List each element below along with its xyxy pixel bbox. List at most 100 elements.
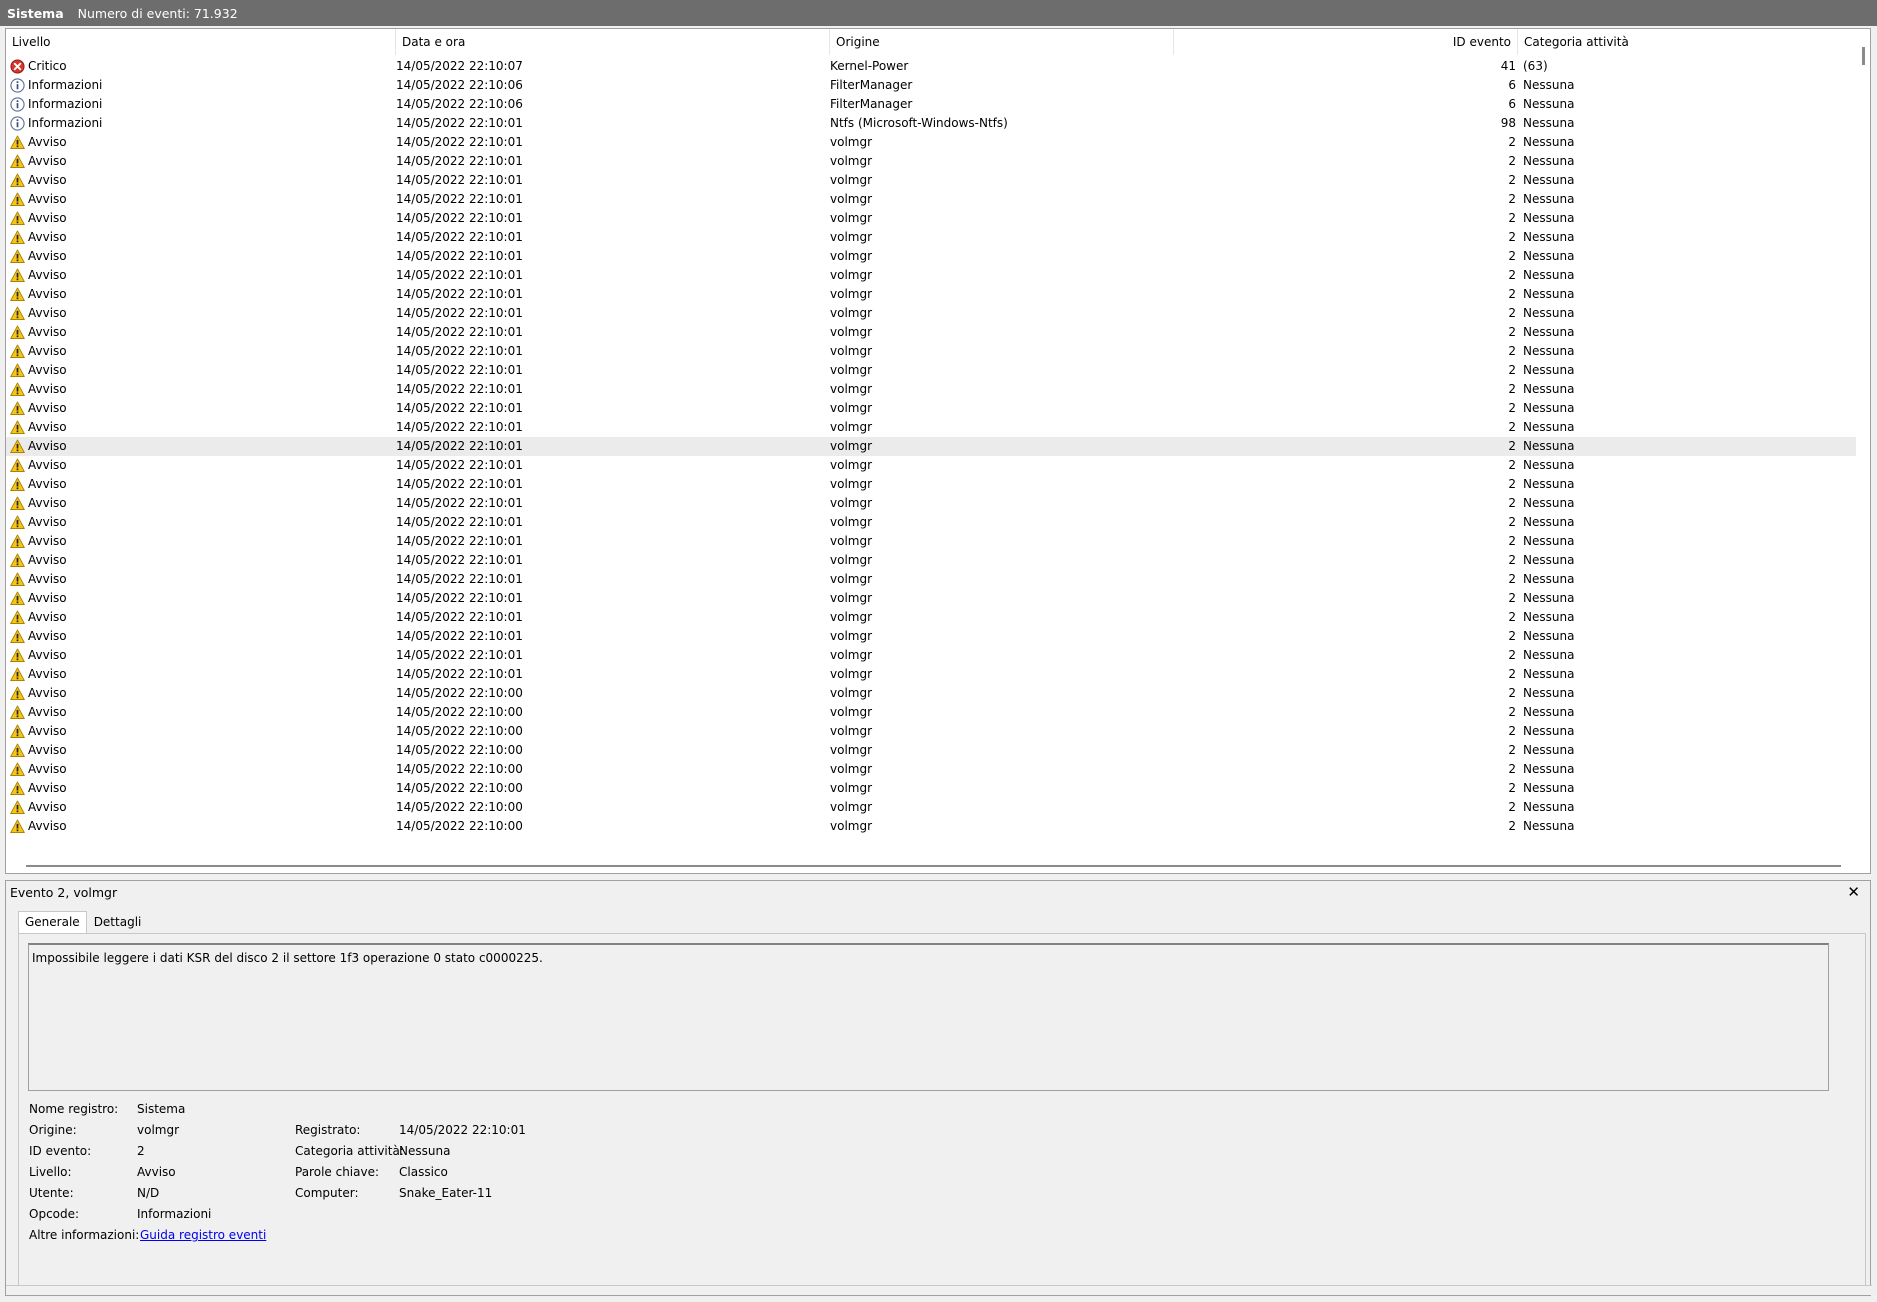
table-row[interactable]: Avviso 14/05/2022 22:10:01 volmgr 2 Nessuna	[6, 133, 1858, 152]
table-row[interactable]: Informazioni 14/05/2022 22:10:06 FilterMan…	[6, 95, 1858, 114]
cell-date: 14/05/2022 22:10:06	[396, 97, 523, 111]
warning-icon	[10, 572, 25, 587]
event-log-help-link[interactable]: Guida registro eventi	[140, 1228, 266, 1242]
table-row[interactable]: Avviso 14/05/2022 22:10:01 volmgr 2 Nessuna	[6, 171, 1858, 190]
table-row[interactable]: Avviso 14/05/2022 22:10:01 volmgr 2 Nessuna	[6, 323, 1858, 342]
cell-level: Avviso	[10, 627, 390, 646]
table-row[interactable]: Avviso 14/05/2022 22:10:01 volmgr 2 Nessuna	[6, 190, 1858, 209]
level-text: Avviso	[28, 306, 67, 320]
table-row[interactable]: Avviso 14/05/2022 22:10:01 volmgr 2 Nessuna	[6, 570, 1858, 589]
table-row[interactable]: Critico 14/05/2022 22:10:07 Kernel-Power 41…	[6, 57, 1858, 76]
cell-event-id: 2	[1508, 591, 1516, 605]
cell-date: 14/05/2022 22:10:00	[396, 743, 523, 757]
table-row[interactable]: Avviso 14/05/2022 22:10:00 volmgr 2 Nessuna	[6, 817, 1858, 836]
cell-event-id: 2	[1508, 325, 1516, 339]
table-row[interactable]: Avviso 14/05/2022 22:10:00 volmgr 2 Nessuna	[6, 779, 1858, 798]
table-row[interactable]: Avviso 14/05/2022 22:10:01 volmgr 2 Nessuna	[6, 494, 1858, 513]
horizontal-scrollbar[interactable]	[26, 865, 1841, 867]
warning-icon	[10, 648, 25, 663]
cell-category: Nessuna	[1523, 648, 1575, 662]
table-row[interactable]: Avviso 14/05/2022 22:10:00 volmgr 2 Nessuna	[6, 741, 1858, 760]
table-row[interactable]: Avviso 14/05/2022 22:10:00 volmgr 2 Nessuna	[6, 722, 1858, 741]
table-row[interactable]: Avviso 14/05/2022 22:10:01 volmgr 2 Nessuna	[6, 456, 1858, 475]
table-row[interactable]: Avviso 14/05/2022 22:10:01 volmgr 2 Nessuna	[6, 513, 1858, 532]
table-row[interactable]: Avviso 14/05/2022 22:10:01 volmgr 2 Nessuna	[6, 608, 1858, 627]
level-text: Informazioni	[28, 116, 103, 130]
table-row[interactable]: Avviso 14/05/2022 22:10:01 volmgr 2 Nessuna	[6, 152, 1858, 171]
cell-date: 14/05/2022 22:10:01	[396, 268, 523, 282]
level-text: Avviso	[28, 325, 67, 339]
cell-category: Nessuna	[1523, 743, 1575, 757]
table-row[interactable]: Avviso 14/05/2022 22:10:01 volmgr 2 Nessuna	[6, 532, 1858, 551]
warning-icon	[10, 496, 25, 511]
cell-category: (63)	[1523, 59, 1548, 73]
cell-level: Avviso	[10, 190, 390, 209]
table-row[interactable]: Avviso 14/05/2022 22:10:01 volmgr 2 Nessuna	[6, 437, 1858, 456]
cell-date: 14/05/2022 22:10:01	[396, 553, 523, 567]
table-row[interactable]: Avviso 14/05/2022 22:10:00 volmgr 2 Nessuna	[6, 703, 1858, 722]
vertical-scrollbar[interactable]	[1856, 29, 1870, 873]
cell-category: Nessuna	[1523, 439, 1575, 453]
cell-level: Avviso	[10, 703, 390, 722]
cell-level: Informazioni	[10, 114, 390, 133]
warning-icon	[10, 192, 25, 207]
table-row[interactable]: Avviso 14/05/2022 22:10:01 volmgr 2 Nessuna	[6, 551, 1858, 570]
table-row[interactable]: Avviso 14/05/2022 22:10:01 volmgr 2 Nessuna	[6, 589, 1858, 608]
level-text: Avviso	[28, 819, 67, 833]
cell-date: 14/05/2022 22:10:07	[396, 59, 523, 73]
table-row[interactable]: Avviso 14/05/2022 22:10:01 volmgr 2 Nessuna	[6, 380, 1858, 399]
column-header-event-id[interactable]: ID evento	[1174, 29, 1518, 55]
table-row[interactable]: Avviso 14/05/2022 22:10:01 volmgr 2 Nessuna	[6, 399, 1858, 418]
table-row[interactable]: Avviso 14/05/2022 22:10:01 volmgr 2 Nessuna	[6, 665, 1858, 684]
cell-level: Avviso	[10, 399, 390, 418]
column-header-category[interactable]: Categoria attività	[1518, 29, 1858, 55]
property-value: Snake_Eater-11	[399, 1186, 493, 1200]
warning-icon	[10, 363, 25, 378]
cell-category: Nessuna	[1523, 819, 1575, 833]
table-row[interactable]: Avviso 14/05/2022 22:10:00 volmgr 2 Nessuna	[6, 798, 1858, 817]
table-row[interactable]: Avviso 14/05/2022 22:10:01 volmgr 2 Nessuna	[6, 209, 1858, 228]
tab-dettagli[interactable]: Dettagli	[87, 911, 149, 933]
table-row[interactable]: Informazioni 14/05/2022 22:10:01 Ntfs (Mic…	[6, 114, 1858, 133]
property-value: 2	[137, 1144, 145, 1158]
table-row[interactable]: Avviso 14/05/2022 22:10:00 volmgr 2 Nessuna	[6, 760, 1858, 779]
table-row[interactable]: Avviso 14/05/2022 22:10:01 volmgr 2 Nessuna	[6, 304, 1858, 323]
table-row[interactable]: Avviso 14/05/2022 22:10:01 volmgr 2 Nessuna	[6, 361, 1858, 380]
table-row[interactable]: Avviso 14/05/2022 22:10:01 volmgr 2 Nessuna	[6, 247, 1858, 266]
table-row[interactable]: Avviso 14/05/2022 22:10:01 volmgr 2 Nessuna	[6, 627, 1858, 646]
cell-level: Avviso	[10, 665, 390, 684]
close-icon[interactable]: ✕	[1847, 883, 1860, 901]
table-row[interactable]: Avviso 14/05/2022 22:10:01 volmgr 2 Nessuna	[6, 646, 1858, 665]
cell-event-id: 2	[1508, 135, 1516, 149]
tab-generale[interactable]: Generale	[18, 911, 87, 933]
scroll-thumb[interactable]	[1862, 47, 1865, 65]
event-description[interactable]: Impossibile leggere i dati KSR del disco…	[28, 943, 1829, 1091]
cell-category: Nessuna	[1523, 78, 1575, 92]
table-row[interactable]: Avviso 14/05/2022 22:10:01 volmgr 2 Nessuna	[6, 228, 1858, 247]
table-row[interactable]: Avviso 14/05/2022 22:10:01 volmgr 2 Nessuna	[6, 418, 1858, 437]
cell-event-id: 2	[1508, 572, 1516, 586]
table-row[interactable]: Avviso 14/05/2022 22:10:01 volmgr 2 Nessuna	[6, 285, 1858, 304]
table-row[interactable]: Avviso 14/05/2022 22:10:01 volmgr 2 Nessuna	[6, 475, 1858, 494]
column-header-date[interactable]: Data e ora	[396, 29, 830, 55]
cell-date: 14/05/2022 22:10:01	[396, 629, 523, 643]
cell-event-id: 2	[1508, 287, 1516, 301]
property-label: Origine:	[29, 1123, 77, 1137]
table-row[interactable]: Avviso 14/05/2022 22:10:01 volmgr 2 Nessuna	[6, 342, 1858, 361]
cell-event-id: 2	[1508, 534, 1516, 548]
cell-date: 14/05/2022 22:10:00	[396, 781, 523, 795]
table-row[interactable]: Avviso 14/05/2022 22:10:00 volmgr 2 Nessuna	[6, 684, 1858, 703]
cell-category: Nessuna	[1523, 97, 1575, 111]
warning-icon	[10, 591, 25, 606]
table-row[interactable]: Avviso 14/05/2022 22:10:01 volmgr 2 Nessuna	[6, 266, 1858, 285]
column-header-level[interactable]: Livello	[6, 29, 396, 55]
cell-event-id: 2	[1508, 553, 1516, 567]
column-header-source[interactable]: Origine	[830, 29, 1174, 55]
table-row[interactable]: Informazioni 14/05/2022 22:10:06 FilterMan…	[6, 76, 1858, 95]
cell-event-id: 2	[1508, 724, 1516, 738]
cell-date: 14/05/2022 22:10:01	[396, 116, 523, 130]
warning-icon	[10, 154, 25, 169]
event-list[interactable]: Livello Data e ora Origine ID evento Cat…	[5, 28, 1871, 874]
cell-event-id: 6	[1508, 78, 1516, 92]
cell-date: 14/05/2022 22:10:00	[396, 819, 523, 833]
